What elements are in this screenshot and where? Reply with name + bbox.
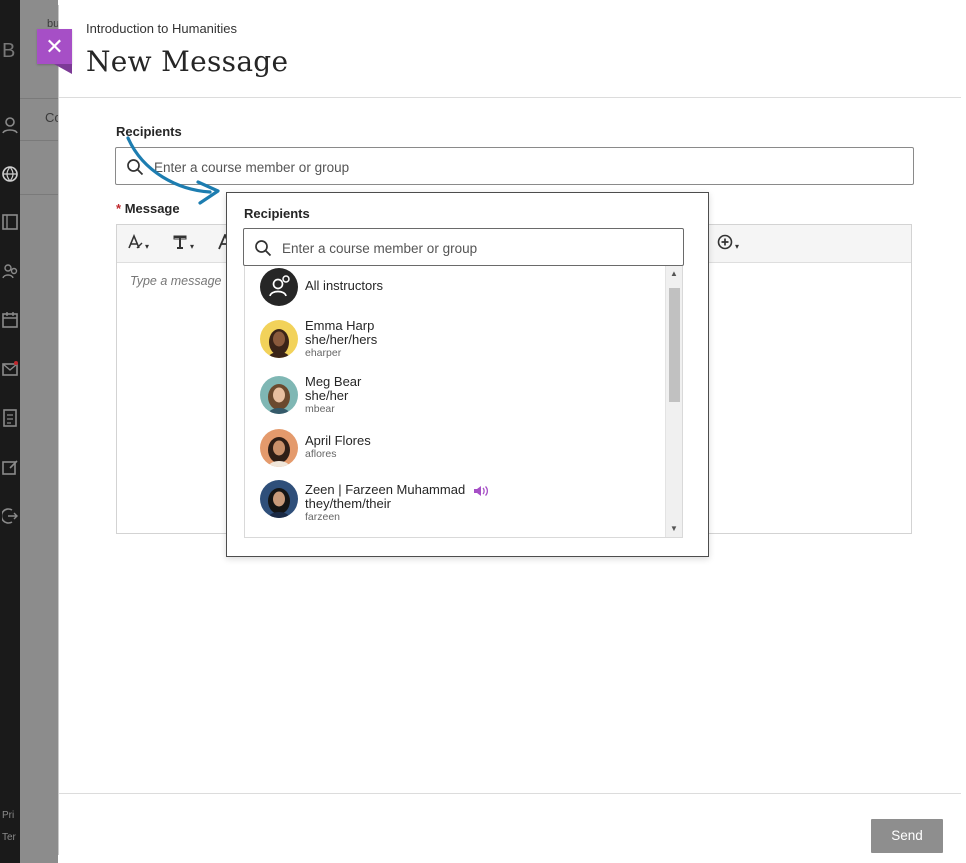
name-pronunciation-audio-icon[interactable] — [473, 485, 489, 497]
recipient-pronouns: she/her/hers — [305, 332, 378, 347]
recipient-name: April Flores — [305, 433, 371, 448]
grades-icon — [3, 409, 17, 427]
sign-out-icon — [2, 508, 18, 524]
instructors-group-icon — [260, 268, 298, 306]
recipient-name: All instructors — [305, 278, 384, 293]
option-emma-harp[interactable]: Emma Harp she/her/hers eharper — [245, 318, 665, 374]
chevron-down-icon: ▾ — [735, 241, 740, 251]
background-footer-privacy: Pri — [2, 810, 15, 821]
recipient-username: eharper — [305, 347, 342, 359]
scroll-down-icon[interactable]: ▼ — [670, 524, 678, 533]
breadcrumb[interactable]: Introduction to Humanities — [86, 21, 237, 36]
scroll-thumb[interactable] — [669, 288, 680, 402]
annotation-arrow-icon — [126, 136, 220, 205]
avatar — [260, 429, 298, 467]
recipients-dropdown: Recipients All instructors Emma Harp she… — [226, 192, 709, 557]
close-icon: ✕ — [45, 34, 64, 59]
dropdown-search-input[interactable] — [280, 229, 677, 267]
paragraph-style-button[interactable]: ▾ — [127, 233, 150, 254]
option-all-instructors[interactable]: All instructors — [245, 266, 665, 318]
recipient-options-list: All instructors Emma Harp she/her/hers e… — [244, 266, 683, 538]
background-content-strip: bu Co — [20, 0, 62, 863]
send-button[interactable]: Send — [871, 819, 943, 853]
panel-footer: Send — [59, 793, 961, 856]
background-footer-terms: Ter — [2, 832, 16, 843]
calendar-icon — [2, 312, 18, 328]
insert-content-button[interactable]: ▾ — [717, 234, 739, 254]
recipient-name: Emma Harp — [305, 318, 375, 333]
background-logo: B — [2, 40, 16, 62]
tools-icon — [2, 460, 18, 475]
avatar — [260, 320, 298, 358]
recipient-name: Meg Bear — [305, 374, 362, 389]
search-icon — [255, 240, 272, 257]
globe-icon — [2, 166, 18, 182]
add-circle-icon — [717, 234, 733, 250]
avatar — [260, 480, 298, 518]
close-button[interactable]: ✕ — [37, 29, 72, 64]
groups-icon — [2, 264, 18, 279]
list-scrollbar[interactable]: ▲ ▼ — [665, 266, 682, 537]
text-style-icon — [128, 233, 143, 249]
message-placeholder: Type a message — [130, 274, 222, 288]
dropdown-search-box[interactable] — [243, 228, 684, 267]
option-meg-bear[interactable]: Meg Bear she/her mbear — [245, 374, 665, 432]
recipient-name-text: Zeen | Farzeen Muhammad — [305, 482, 466, 497]
messages-icon — [2, 361, 18, 376]
format-text-icon — [173, 235, 187, 249]
format-text-button[interactable]: ▾ — [172, 234, 194, 254]
courses-icon — [2, 214, 18, 230]
recipients-search-input[interactable] — [152, 148, 907, 186]
scroll-up-icon[interactable]: ▲ — [670, 269, 678, 278]
chevron-down-icon: ▾ — [190, 241, 195, 251]
chevron-down-icon: ▾ — [145, 241, 150, 251]
recipient-username: farzeen — [305, 511, 341, 523]
background-nav-rail: B Pri Ter — [0, 0, 20, 863]
avatar — [260, 376, 298, 414]
recipient-username: aflores — [305, 448, 337, 460]
recipient-name: Zeen | Farzeen Muhammad — [305, 482, 489, 497]
option-april-flores[interactable]: April Flores aflores — [245, 429, 665, 482]
recipient-pronouns: they/them/their — [305, 496, 391, 511]
recipient-pronouns: she/her — [305, 388, 349, 403]
recipient-username: mbear — [305, 403, 335, 415]
profile-icon — [2, 117, 18, 134]
panel-header: Introduction to Humanities New Message — [59, 5, 961, 98]
option-farzeen-muhammad[interactable]: Zeen | Farzeen Muhammad they/them/their … — [245, 480, 665, 537]
dropdown-recipients-label: Recipients — [244, 206, 310, 221]
page-title: New Message — [86, 45, 289, 78]
